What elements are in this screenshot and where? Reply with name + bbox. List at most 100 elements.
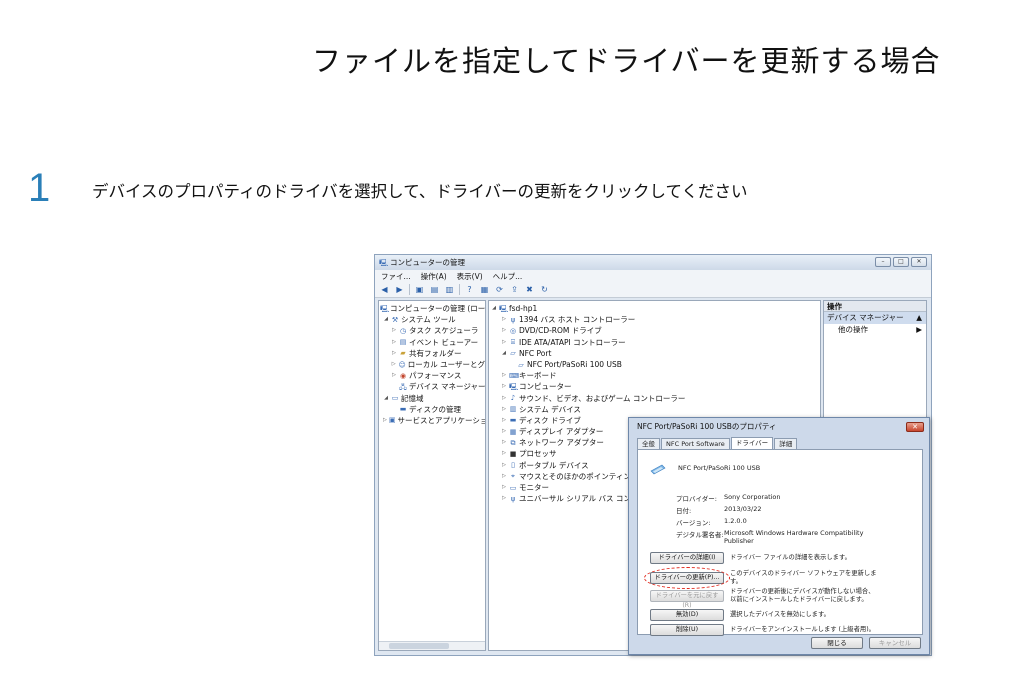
expand-arrow-icon[interactable]: ▷: [501, 325, 507, 336]
dialog-close-button[interactable]: ✕: [906, 422, 924, 432]
tab-details[interactable]: 詳細: [774, 438, 798, 449]
network-adapter-icon: ⧉: [510, 438, 516, 447]
device-category[interactable]: ▷ ♪ サウンド、ビデオ、およびゲーム コントローラー: [489, 393, 820, 404]
prop-date: 日付: 2013/03/22: [676, 505, 874, 515]
tab-nfc-port-software[interactable]: NFC Port Software: [661, 438, 730, 449]
cm-titlebar: 🖳 コンピューターの管理: [375, 255, 931, 270]
page-title: ファイルを指定してドライバーを更新する場合: [312, 44, 941, 78]
properties-icon[interactable]: ▥: [444, 284, 455, 295]
forward-arrow-icon[interactable]: ▶: [394, 284, 405, 295]
device-category-nfc[interactable]: ◢ ▱ NFC Port: [489, 348, 820, 359]
storage-icon: ▭: [391, 394, 399, 403]
operations-device-manager[interactable]: デバイス マネージャー ▲: [824, 312, 926, 324]
expand-arrow-icon[interactable]: ▷: [391, 325, 397, 336]
uninstall-driver-button[interactable]: 削除(U): [650, 624, 724, 636]
back-arrow-icon[interactable]: ◀: [379, 284, 390, 295]
tree-item-performance[interactable]: ▷ ◉ パフォーマンス: [379, 370, 485, 381]
computer-icon: 🖳: [499, 304, 509, 313]
tree-item-disk-management[interactable]: ▬ ディスクの管理: [379, 404, 485, 415]
collapse-arrow-icon[interactable]: ◢: [383, 393, 389, 404]
tab-driver[interactable]: ドライバー: [730, 437, 774, 449]
tree-item-task-scheduler[interactable]: ▷ ◷ タスク スケジューラ: [379, 325, 485, 336]
collapse-arrow-icon[interactable]: ◢: [491, 303, 497, 314]
device-category[interactable]: ▷ ⌨ キーボード: [489, 370, 820, 381]
expand-arrow-icon[interactable]: ▷: [501, 415, 507, 426]
tab-general[interactable]: 全般: [637, 438, 660, 449]
scan-hardware-icon[interactable]: ⟳: [494, 284, 505, 295]
expand-arrow-icon[interactable]: ▷: [501, 482, 507, 493]
performance-icon: ◉: [399, 371, 407, 380]
operations-more-actions[interactable]: 他の操作 ▶: [824, 324, 926, 336]
computer-icon: 🖳: [380, 304, 390, 313]
maximize-button[interactable]: □: [893, 257, 909, 267]
close-dialog-button[interactable]: 閉じる: [811, 637, 863, 649]
nfc-reader-icon: [650, 464, 666, 475]
cancel-button[interactable]: キャンセル: [869, 637, 921, 649]
prop-key: バージョン:: [676, 519, 711, 527]
menu-file[interactable]: ファイ...: [381, 271, 411, 282]
device-root[interactable]: ◢ 🖳 fsd-hp1: [489, 303, 820, 314]
expand-arrow-icon[interactable]: ▷: [501, 426, 507, 437]
update-driver-icon[interactable]: ⇪: [509, 284, 520, 295]
device-category[interactable]: ▷ 🖳 コンピューター: [489, 381, 820, 392]
expand-arrow-icon[interactable]: ▷: [501, 460, 507, 471]
console-tree-icon[interactable]: ▤: [429, 284, 440, 295]
tree-item-device-manager[interactable]: 🖧 デバイス マネージャー: [379, 381, 485, 392]
device-category[interactable]: ▷ ⌸ IDE ATA/ATAPI コントローラー: [489, 337, 820, 348]
menu-view[interactable]: 表示(V): [457, 271, 483, 282]
menu-action[interactable]: 操作(A): [421, 271, 447, 282]
uninstall-icon[interactable]: ✖: [524, 284, 535, 295]
disable-device-button[interactable]: 無効(D): [650, 609, 724, 621]
tree-item-event-viewer[interactable]: ▷ ▤ イベント ビューアー: [379, 337, 485, 348]
device-category[interactable]: ▷ ▥ システム デバイス: [489, 404, 820, 415]
tree-item-label: 記憶域: [401, 393, 424, 403]
expand-arrow-icon[interactable]: ▷: [501, 381, 507, 392]
update-driver-button[interactable]: ドライバーの更新(P)...: [650, 571, 724, 584]
device-name: NFC Port/PaSoRi 100 USB: [678, 464, 761, 472]
device-nfc-pasori[interactable]: ▱ NFC Port/PaSoRi 100 USB: [489, 359, 820, 370]
device-properties-dialog: NFC Port/PaSoRi 100 USBのプロパティ ✕ 全般 NFC P…: [628, 417, 930, 655]
action-row-driver-details: ドライバーの詳細(I) ドライバー ファイルの詳細を表示します。: [650, 552, 880, 564]
scrollbar-thumb[interactable]: [389, 643, 449, 649]
expand-arrow-icon[interactable]: ▷: [383, 415, 387, 426]
expand-arrow-icon[interactable]: ▷: [391, 370, 397, 381]
show-hide-icon[interactable]: ▦: [479, 284, 490, 295]
collapse-up-icon[interactable]: ▲: [916, 312, 922, 324]
up-folder-icon[interactable]: ▣: [414, 284, 425, 295]
horizontal-scrollbar[interactable]: [379, 641, 485, 650]
device-label: 1394 バス ホスト コントローラー: [519, 315, 636, 325]
nfc-reader-icon: ▱: [518, 360, 524, 369]
tree-item-system-tools[interactable]: ◢ ⚒ システム ツール: [379, 314, 485, 325]
expand-arrow-icon[interactable]: ▷: [501, 337, 507, 348]
help-icon[interactable]: ?: [464, 284, 475, 295]
disk-drive-icon: ▬: [509, 416, 517, 425]
expand-arrow-icon[interactable]: ▷: [391, 348, 397, 359]
toolbar-separator: [459, 284, 460, 295]
tree-item-services-apps[interactable]: ▷ ▣ サービスとアプリケーショ: [379, 415, 485, 426]
menu-help[interactable]: ヘルプ...: [493, 271, 523, 282]
tree-item-computer-management[interactable]: 🖳 コンピューターの管理 (ロー: [379, 303, 485, 314]
collapse-arrow-icon[interactable]: ◢: [383, 314, 389, 325]
driver-details-button[interactable]: ドライバーの詳細(I): [650, 552, 724, 564]
expand-arrow-icon[interactable]: ▷: [501, 314, 507, 325]
expand-arrow-icon[interactable]: ▷: [391, 359, 396, 370]
expand-arrow-icon[interactable]: ▷: [501, 448, 507, 459]
expand-arrow-icon[interactable]: ▷: [501, 393, 507, 404]
collapse-arrow-icon[interactable]: ◢: [501, 348, 507, 359]
rollback-driver-button[interactable]: ドライバーを元に戻す(R): [650, 589, 724, 609]
device-category[interactable]: ▷ ◎ DVD/CD-ROM ドライブ: [489, 325, 820, 336]
expand-arrow-icon[interactable]: ▷: [501, 437, 507, 448]
expand-arrow-icon[interactable]: ▷: [391, 337, 397, 348]
expand-arrow-icon[interactable]: ▷: [501, 404, 507, 415]
tree-item-local-users[interactable]: ▷ ☺ ローカル ユーザーとグ: [379, 359, 485, 370]
tree-item-storage[interactable]: ◢ ▭ 記憶域: [379, 393, 485, 404]
expand-arrow-icon[interactable]: ▷: [501, 493, 507, 504]
refresh-icon[interactable]: ↻: [539, 284, 550, 295]
minimize-button[interactable]: –: [875, 257, 891, 267]
expand-arrow-icon[interactable]: ▷: [501, 370, 507, 381]
close-button[interactable]: ✕: [911, 257, 927, 267]
device-category[interactable]: ▷ ψ 1394 バス ホスト コントローラー: [489, 314, 820, 325]
expand-arrow-icon[interactable]: ▷: [501, 471, 507, 482]
disk-icon: ▬: [399, 405, 407, 414]
tree-item-shared-folders[interactable]: ▷ ▰ 共有フォルダー: [379, 348, 485, 359]
